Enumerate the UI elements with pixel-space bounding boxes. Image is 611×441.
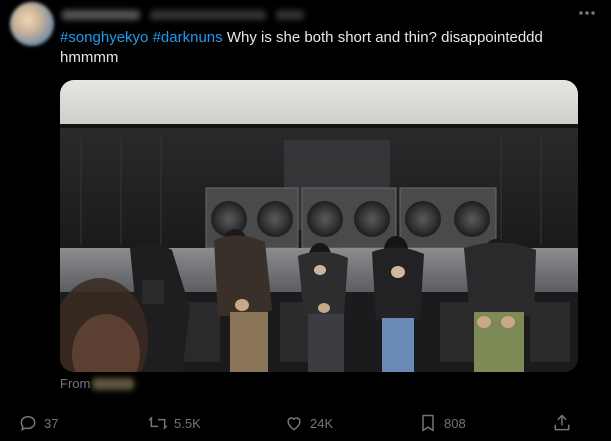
bookmark-count: 808	[444, 415, 466, 431]
bookmark-button[interactable]: 808	[418, 408, 466, 438]
tweet-media-video[interactable]	[60, 80, 578, 372]
retweet-button[interactable]: 5.5K	[148, 408, 201, 438]
heart-icon	[287, 417, 301, 431]
tweet-post: #songhyekyo #darknuns Why is she both sh…	[0, 0, 611, 441]
bookmark-icon	[422, 414, 434, 432]
hashtag-songhyekyo[interactable]: #songhyekyo	[60, 29, 148, 46]
blurred-username[interactable]	[150, 10, 266, 20]
tweet-text: #songhyekyo #darknuns Why is she both sh…	[60, 28, 590, 68]
video-frame	[60, 80, 578, 372]
reply-icon	[20, 415, 36, 432]
blurred-timestamp[interactable]	[276, 10, 304, 20]
more-options-icon[interactable]	[577, 8, 597, 18]
retweet-count: 5.5K	[174, 415, 201, 431]
user-avatar[interactable]	[10, 2, 54, 46]
blurred-source-name[interactable]	[92, 378, 134, 390]
tweet-actions-bar: 37 5.5K 24K 808	[0, 408, 611, 438]
reply-button[interactable]: 37	[18, 408, 58, 438]
reply-count: 37	[44, 415, 59, 431]
like-button[interactable]: 24K	[284, 408, 333, 438]
retweet-icon	[148, 416, 168, 430]
blurred-display-name[interactable]	[62, 10, 140, 20]
share-button[interactable]	[552, 408, 572, 438]
like-count: 24K	[310, 415, 334, 431]
hashtag-darknuns[interactable]: #darknuns	[153, 29, 223, 46]
share-icon	[554, 414, 570, 431]
media-source-label: From	[60, 376, 91, 391]
